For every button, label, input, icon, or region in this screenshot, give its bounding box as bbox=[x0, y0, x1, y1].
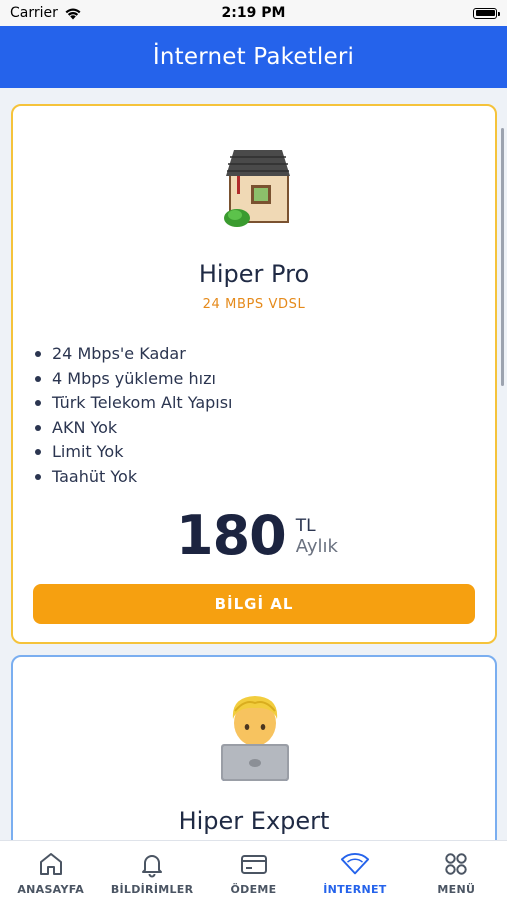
tab-label: İNTERNET bbox=[323, 883, 387, 896]
price-block: 180 TL Aylık bbox=[176, 508, 338, 564]
plan-card-hiper-expert: Hiper Expert bbox=[11, 655, 497, 840]
feature-item: AKN Yok bbox=[33, 416, 233, 441]
tab-bar: ANASAYFA BİLDİRİMLER ÖDEME İNTERNET MENÜ bbox=[0, 840, 507, 900]
feature-text: 4 Mbps yükleme hızı bbox=[52, 368, 216, 388]
bell-icon bbox=[137, 849, 167, 879]
feature-item: Limit Yok bbox=[33, 440, 233, 465]
plan-name: Hiper Expert bbox=[178, 807, 330, 835]
credit-card-icon bbox=[239, 849, 269, 879]
page-title: İnternet Paketleri bbox=[152, 44, 355, 70]
price-period: Aylık bbox=[295, 536, 338, 557]
tab-label: ANASAYFA bbox=[17, 883, 85, 896]
tab-home[interactable]: ANASAYFA bbox=[0, 841, 101, 900]
price-unit: TL Aylık bbox=[296, 516, 338, 558]
status-time: 2:19 PM bbox=[221, 5, 286, 21]
tab-internet[interactable]: İNTERNET bbox=[304, 841, 405, 900]
feature-text: Limit Yok bbox=[52, 442, 124, 461]
status-bar: Carrier 2:19 PM bbox=[0, 0, 507, 26]
bullet-icon bbox=[35, 473, 41, 480]
person-laptop-emoji-icon bbox=[221, 696, 289, 781]
feature-item: Taahüt Yok bbox=[33, 465, 233, 490]
tab-menu[interactable]: MENÜ bbox=[406, 841, 507, 900]
tab-label: ÖDEME bbox=[230, 883, 277, 896]
price-value: 180 bbox=[176, 504, 287, 567]
tab-label: MENÜ bbox=[437, 883, 476, 896]
feature-text: 24 Mbps'e Kadar bbox=[52, 344, 186, 363]
tab-label: BİLDİRİMLER bbox=[110, 883, 194, 896]
tab-payment[interactable]: ÖDEME bbox=[203, 841, 304, 900]
plans-scroll-view[interactable]: Hiper Pro 24 MBPS VDSL 24 Mbps'e Kadar 4… bbox=[0, 88, 507, 840]
scroll-indicator[interactable] bbox=[501, 128, 504, 386]
feature-text: Türk Telekom Alt Yapısı bbox=[52, 393, 233, 412]
feature-item: Türk Telekom Alt Yapısı bbox=[33, 391, 233, 416]
feature-text: Taahüt Yok bbox=[52, 466, 138, 486]
bullet-icon bbox=[35, 449, 41, 456]
battery-icon bbox=[473, 7, 500, 19]
bullet-icon bbox=[35, 400, 41, 407]
tab-notifications[interactable]: BİLDİRİMLER bbox=[101, 841, 202, 900]
app-header: İnternet Paketleri bbox=[0, 26, 507, 88]
feature-text: AKN Yok bbox=[52, 417, 118, 437]
bullet-icon bbox=[35, 424, 41, 431]
feature-list: 24 Mbps'e Kadar 4 Mbps yükleme hızı Türk… bbox=[33, 342, 233, 489]
carrier-label: Carrier bbox=[10, 5, 58, 21]
grid-icon bbox=[441, 849, 471, 879]
plan-name: Hiper Pro bbox=[198, 260, 310, 288]
plan-card-hiper-pro: Hiper Pro 24 MBPS VDSL 24 Mbps'e Kadar 4… bbox=[11, 104, 497, 644]
feature-item: 24 Mbps'e Kadar bbox=[33, 342, 233, 367]
home-icon bbox=[36, 849, 66, 879]
status-left: Carrier bbox=[10, 5, 82, 21]
house-emoji-icon bbox=[224, 150, 290, 227]
get-info-button[interactable]: BİLGİ AL bbox=[33, 584, 475, 624]
price-currency: TL bbox=[295, 516, 316, 536]
bullet-icon bbox=[35, 351, 41, 358]
wifi-signal-icon bbox=[65, 8, 81, 19]
bullet-icon bbox=[35, 375, 41, 382]
wifi-icon bbox=[340, 849, 370, 879]
feature-item: 4 Mbps yükleme hızı bbox=[33, 367, 233, 392]
plan-speed: 24 MBPS VDSL bbox=[202, 297, 306, 312]
